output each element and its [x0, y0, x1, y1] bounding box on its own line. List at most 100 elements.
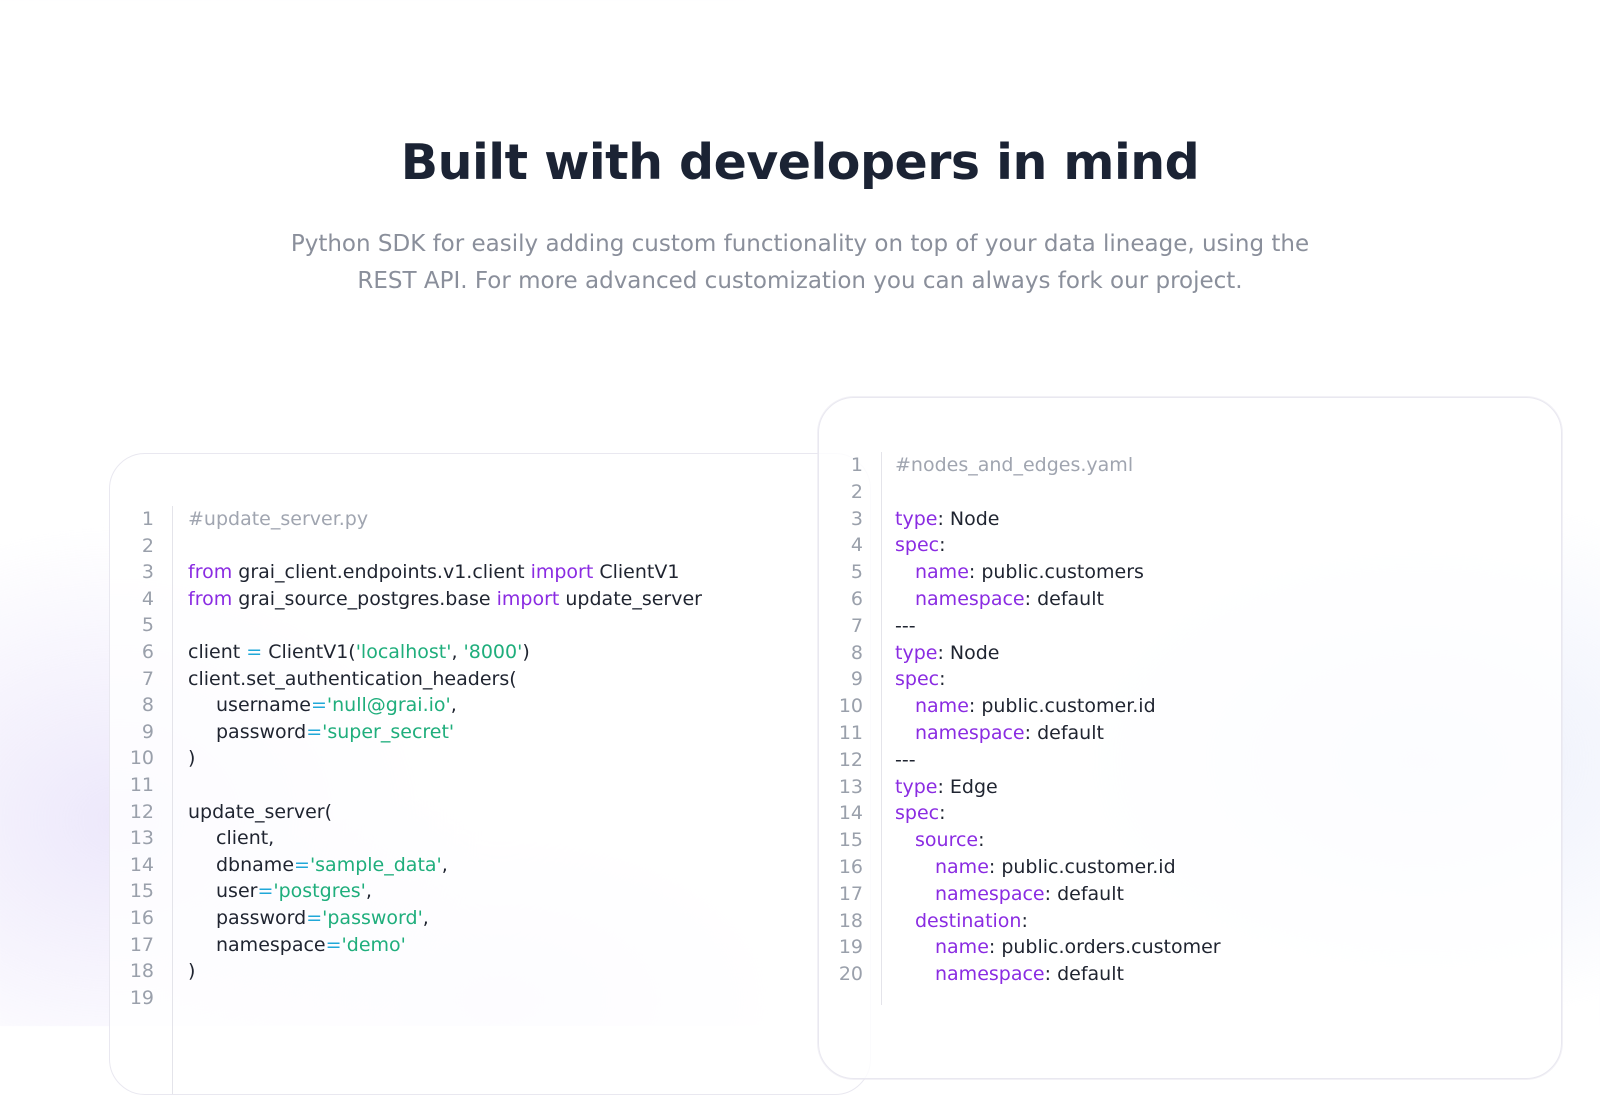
yaml-code-token: : Node: [937, 507, 1000, 530]
python-line-number: 5: [141, 614, 154, 637]
python-line-number: 19: [129, 986, 154, 1009]
yaml-code-token: name: [935, 936, 989, 959]
yaml-code-token: type: [895, 775, 938, 798]
yaml-line-text: ---: [895, 613, 916, 640]
python-code-token: #update_server.py: [188, 508, 369, 530]
yaml-line-number: 5: [850, 561, 863, 584]
python-line-text: username='null@grai.io',: [216, 692, 457, 719]
python-line-text: #update_server.py: [188, 506, 368, 533]
yaml-line-number: 2: [850, 480, 863, 503]
python-code-token: =: [311, 694, 327, 717]
python-code-token: password: [216, 720, 307, 743]
yaml-line-number: 10: [838, 695, 863, 718]
yaml-code-token: destination: [915, 909, 1022, 932]
python-code-token: ,: [441, 853, 448, 876]
yaml-line-text: spec:: [895, 532, 946, 559]
python-code-token: ,: [450, 694, 457, 717]
python-line-text: update_server(: [188, 799, 332, 826]
yaml-code-card: 1 #nodes_and_edges.yaml 2 3 type: Node 4 spec:…: [818, 397, 1562, 1079]
yaml-code-token: namespace: [915, 588, 1025, 610]
python-line-number: 13: [129, 827, 154, 850]
yaml-code-token: : public.customer.id: [988, 856, 1176, 878]
python-line-text: ): [188, 745, 195, 772]
yaml-line-number: 4: [850, 534, 863, 557]
python-line-number: 6: [141, 641, 154, 663]
yaml-line-number: 19: [838, 936, 863, 959]
python-line-number: 10: [129, 747, 154, 770]
yaml-code-token: :: [939, 668, 946, 691]
yaml-code-token: : public.customer.id: [968, 695, 1156, 718]
python-line-number: 16: [129, 907, 154, 929]
yaml-line-text: namespace: default: [915, 720, 1104, 747]
yaml-gutter-divider: [881, 452, 882, 1005]
python-line-number: 9: [141, 720, 154, 743]
python-line-number: 17: [129, 933, 154, 956]
python-code-token: 'demo': [341, 933, 406, 956]
python-line-text: ): [188, 958, 195, 985]
python-line-text: client = ClientV1('localhost', '8000'): [188, 639, 530, 666]
yaml-line-text: namespace: default: [935, 881, 1124, 908]
python-gutter-divider: [172, 506, 173, 1094]
yaml-line-number: 12: [838, 748, 863, 771]
python-code-token: password: [216, 907, 307, 929]
python-line-number: 4: [141, 587, 154, 610]
subtitle-line-2: REST API. For more advanced customizatio…: [357, 268, 1243, 294]
python-line-text: password='password',: [216, 905, 429, 932]
python-code-token: =: [325, 933, 342, 956]
python-line-number: 14: [129, 853, 154, 876]
python-code-token: =: [246, 641, 263, 663]
yaml-line-number: 8: [850, 641, 863, 664]
python-code-token: ClientV1(: [262, 641, 356, 663]
python-line-number: 18: [129, 960, 154, 983]
python-code-token: client.set_authentication_headers(: [188, 667, 517, 690]
python-line-text: client,: [216, 825, 274, 852]
yaml-line-text: spec:: [895, 800, 946, 827]
yaml-line-text: ---: [895, 747, 916, 774]
yaml-line-text: name: public.customer.id: [935, 854, 1176, 881]
python-code-token: ClientV1: [593, 561, 680, 584]
python-line-number: 12: [129, 800, 154, 823]
python-line-text: password='super_secret': [216, 719, 454, 746]
python-code-token: 'null@grai.io': [326, 694, 451, 717]
python-code-token: from: [188, 587, 233, 610]
python-code-token: import: [496, 587, 560, 610]
yaml-code-token: spec: [895, 534, 940, 557]
python-line-text: user='postgres',: [216, 878, 372, 905]
yaml-code-token: : default: [1024, 588, 1104, 610]
python-line-number: 2: [141, 534, 154, 557]
python-line-text: from grai_source_postgres.base import up…: [188, 586, 702, 613]
python-code-token: user: [216, 880, 258, 903]
yaml-code-token: : default: [1044, 963, 1124, 986]
python-code-token: ,: [422, 907, 429, 929]
python-code-token: 'super_secret': [322, 720, 455, 743]
python-code-token: ): [188, 960, 196, 983]
yaml-code-token: ---: [895, 614, 916, 637]
yaml-line-number: 15: [838, 829, 863, 852]
python-code-token: client: [188, 641, 247, 663]
yaml-line-number: 3: [850, 507, 863, 530]
python-code-token: dbname: [216, 853, 295, 876]
yaml-line-text: type: Node: [895, 640, 999, 667]
python-line-text: from grai_client.endpoints.v1.client imp…: [188, 559, 679, 586]
python-code-token: ): [188, 747, 196, 770]
yaml-code-token: :: [939, 534, 946, 557]
python-line-number: 15: [129, 880, 154, 903]
page-title: Built with developers in mind: [400, 134, 1200, 191]
yaml-code-token: ---: [895, 748, 916, 771]
yaml-line-text: namespace: default: [915, 586, 1104, 613]
python-code-token: ,: [451, 641, 464, 663]
python-code-token: from: [188, 561, 233, 584]
yaml-code-token: namespace: [935, 882, 1045, 905]
python-code-token: 'password': [322, 907, 423, 929]
yaml-code-token: name: [915, 561, 969, 584]
yaml-code-token: namespace: [915, 722, 1025, 744]
yaml-line-text: name: public.orders.customer: [935, 934, 1221, 961]
yaml-line-text: name: public.customers: [915, 559, 1144, 586]
yaml-code-token: : Node: [937, 641, 1000, 664]
python-code-token: namespace: [216, 933, 326, 956]
yaml-line-number: 14: [838, 802, 863, 825]
python-code-token: grai_client.endpoints.v1.client: [232, 561, 531, 584]
yaml-line-text: #nodes_and_edges.yaml: [895, 452, 1133, 479]
yaml-line-number: 1: [850, 454, 863, 476]
python-code-token: =: [306, 907, 323, 929]
